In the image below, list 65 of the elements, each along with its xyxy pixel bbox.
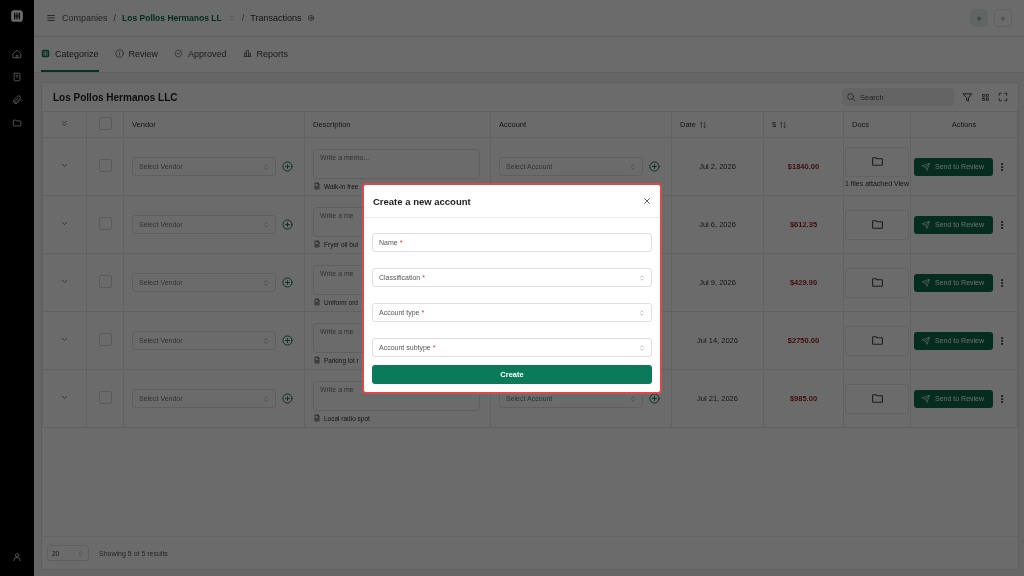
building-icon[interactable] (12, 72, 22, 82)
add-icon[interactable] (282, 393, 293, 404)
add-icon[interactable] (282, 335, 293, 346)
sort-icon[interactable] (779, 120, 788, 129)
send-icon (922, 220, 930, 229)
folder-icon (870, 276, 884, 289)
chevron-down-icon[interactable] (60, 277, 69, 286)
document-icon (313, 356, 321, 364)
folder-icon[interactable] (12, 118, 22, 128)
logo-icon[interactable] (10, 9, 24, 23)
profile-button[interactable] (970, 9, 988, 27)
tab[interactable]: Reports (242, 37, 289, 72)
grid-icon[interactable] (981, 92, 990, 102)
chevron-down-icon[interactable] (60, 393, 69, 402)
menu-icon[interactable] (46, 13, 56, 23)
breadcrumb-separator: / (241, 13, 245, 23)
fullscreen-icon[interactable] (998, 92, 1008, 102)
gear-icon[interactable] (307, 14, 316, 22)
chevron-down-icon[interactable] (60, 161, 69, 170)
info-icon (114, 49, 124, 58)
double-chevron-icon[interactable] (60, 119, 69, 128)
bar-chart-icon (242, 49, 252, 58)
card-title: Los Pollos Hermanos LLC (53, 91, 179, 103)
breadcrumb-link[interactable]: Companies (62, 13, 108, 23)
document-icon (313, 182, 321, 190)
folder-button[interactable] (845, 325, 909, 356)
add-icon[interactable] (282, 219, 293, 230)
close-button[interactable] (642, 196, 652, 206)
check-circle-icon (174, 49, 184, 58)
dialog-title: Create a new account (373, 195, 471, 207)
home-icon[interactable] (12, 49, 22, 59)
logo-icon (41, 49, 50, 58)
send-icon (922, 162, 930, 171)
add-icon[interactable] (649, 161, 660, 172)
tab[interactable]: Review (114, 37, 159, 72)
send-icon (922, 278, 930, 287)
theme-button[interactable] (994, 9, 1012, 27)
close-icon (642, 196, 652, 206)
breadcrumb-separator: / (113, 13, 117, 23)
chevron-down-icon[interactable] (60, 219, 69, 228)
folder-icon (870, 218, 884, 231)
user-icon[interactable] (12, 552, 22, 562)
document-icon (313, 414, 321, 422)
folder-icon (870, 334, 884, 347)
send-icon (922, 394, 930, 403)
breadcrumb-link[interactable]: Los Pollos Hermanos LL (122, 13, 222, 23)
sort-icon[interactable] (698, 120, 707, 129)
add-icon[interactable] (649, 393, 660, 404)
add-icon[interactable] (282, 277, 293, 288)
folder-button[interactable] (845, 383, 909, 414)
folder-button[interactable] (845, 209, 909, 240)
folder-button[interactable] (845, 267, 909, 298)
search-icon (846, 92, 856, 102)
tab[interactable]: Approved (174, 37, 227, 72)
paperclip-icon[interactable] (12, 95, 22, 105)
document-icon (313, 240, 321, 248)
chevron-down-icon[interactable] (60, 335, 69, 344)
folder-button[interactable] (845, 146, 909, 177)
filter-icon[interactable] (962, 91, 973, 103)
add-icon[interactable] (282, 161, 293, 172)
folder-icon (870, 155, 884, 168)
folder-icon (870, 392, 884, 405)
breadcrumb-link[interactable]: Transactions (250, 13, 302, 23)
document-icon (313, 298, 321, 306)
send-icon (922, 336, 930, 345)
